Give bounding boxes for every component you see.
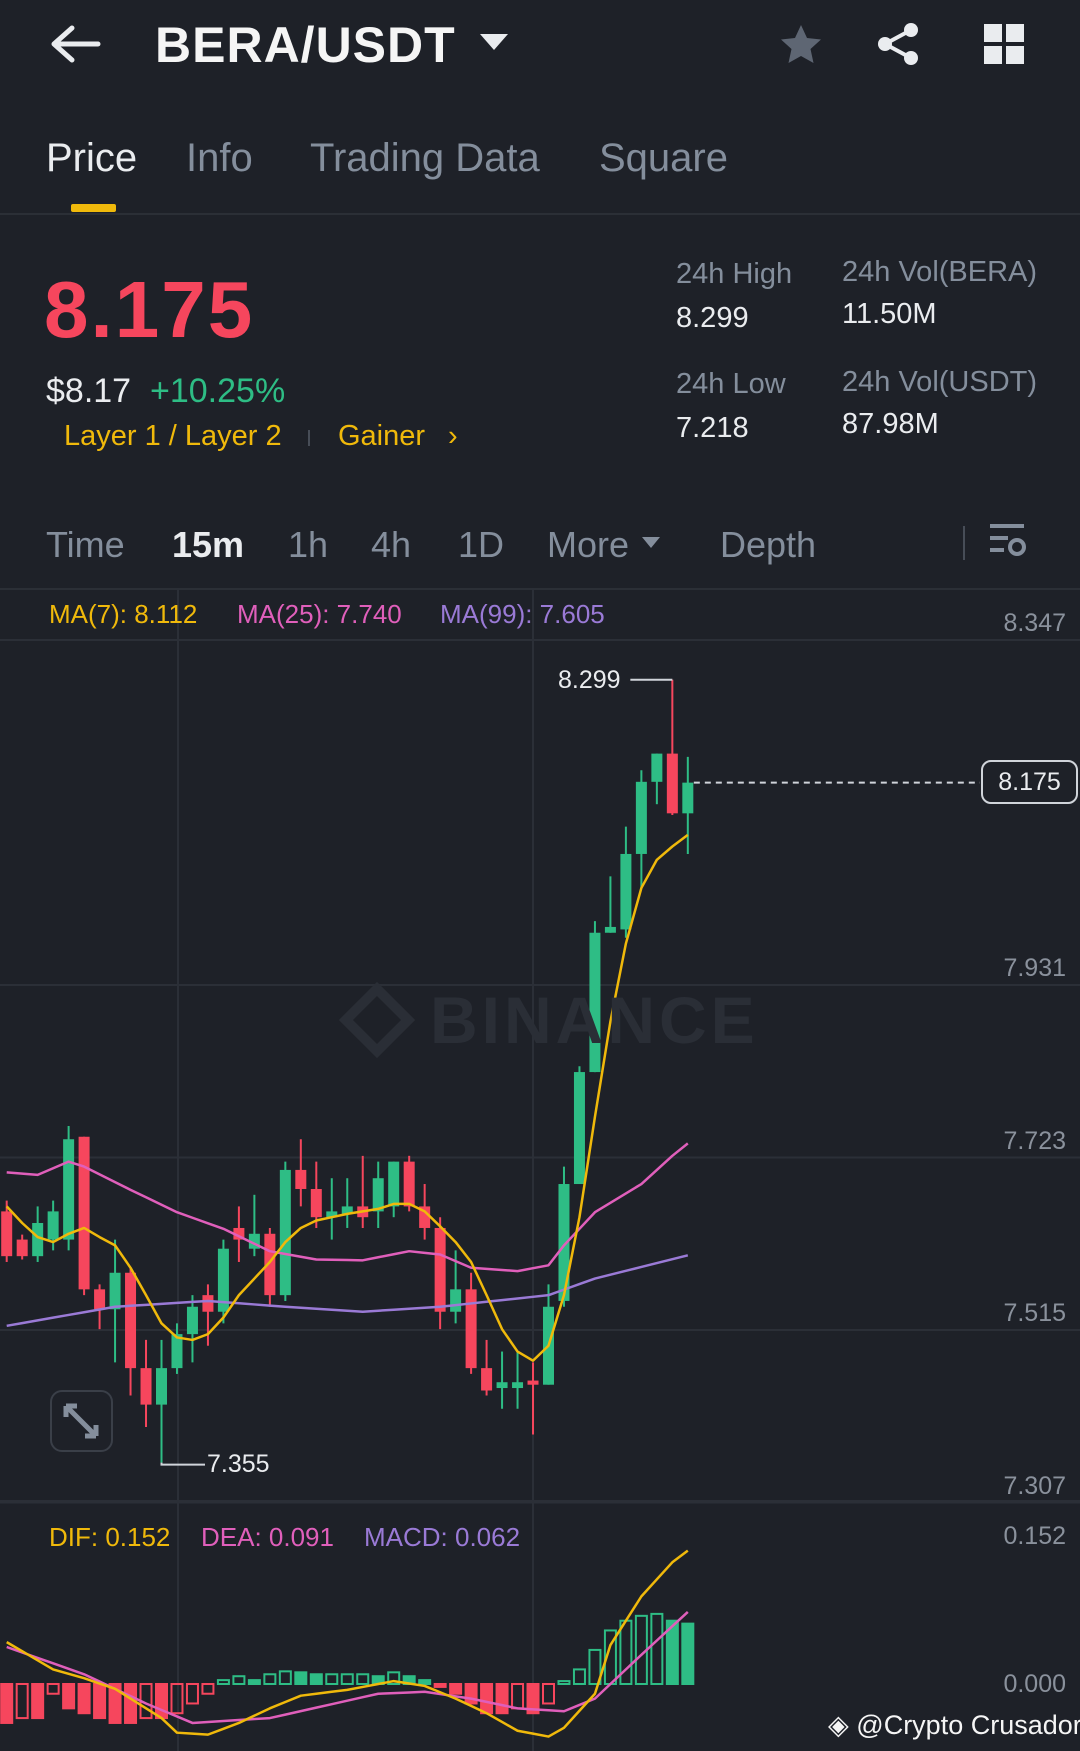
candle-down bbox=[434, 1227, 446, 1312]
macd-histogram-bar bbox=[449, 1683, 463, 1695]
credit-text: ◈ @Crypto Crusador bbox=[828, 1710, 1080, 1740]
candle-down bbox=[16, 1239, 28, 1257]
candle-up bbox=[635, 781, 647, 854]
macd-histogram-bar bbox=[511, 1683, 525, 1710]
candle-up bbox=[279, 1169, 291, 1296]
macd-histogram-bar bbox=[325, 1673, 339, 1685]
candle-up bbox=[186, 1306, 198, 1335]
macd-histogram-bar bbox=[93, 1683, 107, 1720]
ma25-legend: MA(25): 7.740 bbox=[237, 599, 402, 629]
macd-histogram-bar bbox=[62, 1683, 76, 1710]
macd-histogram-bar bbox=[650, 1612, 664, 1685]
macd-histogram-bar bbox=[15, 1683, 29, 1720]
candle-down bbox=[310, 1188, 322, 1218]
macd-histogram-bar bbox=[294, 1671, 308, 1685]
macd-histogram-bar bbox=[31, 1683, 45, 1720]
candle-down bbox=[140, 1368, 152, 1405]
macd-histogram-bar bbox=[356, 1673, 370, 1685]
price-tick: 8.347 bbox=[1003, 609, 1066, 637]
candle-up bbox=[63, 1139, 75, 1240]
candle-down bbox=[94, 1289, 106, 1310]
macd-legend: MACD: 0.062 bbox=[364, 1522, 521, 1552]
candle-up bbox=[620, 853, 632, 930]
candle-up bbox=[682, 782, 694, 814]
macd-histogram-bar bbox=[185, 1683, 199, 1705]
macd-histogram-bar bbox=[46, 1683, 60, 1695]
dea-legend: DEA: 0.091 bbox=[201, 1522, 334, 1552]
macd-histogram-bar bbox=[124, 1683, 138, 1724]
macd-histogram-bar bbox=[433, 1683, 447, 1688]
dif-legend: DIF: 0.152 bbox=[49, 1522, 171, 1552]
high-marker-label: 8.299 bbox=[558, 666, 621, 694]
macd-tick: 0.000 bbox=[1003, 1670, 1066, 1698]
macd-histogram-bar bbox=[418, 1679, 432, 1686]
candle-up bbox=[496, 1382, 508, 1389]
candle-up bbox=[512, 1382, 524, 1389]
macd-histogram-bar bbox=[480, 1683, 494, 1715]
candle-down bbox=[527, 1380, 539, 1385]
binance-small-logo-icon: ◈ bbox=[828, 1710, 849, 1740]
candle-down bbox=[481, 1368, 493, 1391]
candlestick-chart[interactable] bbox=[0, 0, 1080, 1751]
candle-down bbox=[125, 1272, 137, 1369]
macd-histogram-bar bbox=[77, 1683, 91, 1715]
candle-down bbox=[78, 1136, 90, 1290]
macd-histogram-bar bbox=[278, 1670, 292, 1686]
ma7-legend: MA(7): 8.112 bbox=[49, 599, 198, 629]
macd-histogram-bar bbox=[201, 1683, 215, 1695]
candle-down bbox=[403, 1161, 415, 1207]
macd-histogram-bar bbox=[557, 1680, 571, 1685]
ma99-legend: MA(99): 7.605 bbox=[440, 599, 605, 629]
watermark-text: BINANCE bbox=[430, 983, 759, 1057]
macd-histogram-bar bbox=[681, 1622, 695, 1686]
low-marker-line bbox=[160, 1462, 205, 1466]
candle-up bbox=[604, 926, 616, 933]
candle-up bbox=[388, 1161, 400, 1207]
candle-down bbox=[295, 1169, 307, 1189]
macd-histogram-bar bbox=[232, 1675, 246, 1686]
binance-logo-icon bbox=[338, 981, 416, 1059]
macd-histogram-bar bbox=[340, 1673, 354, 1685]
macd-histogram-bar bbox=[572, 1668, 586, 1686]
candle-down bbox=[666, 753, 678, 814]
binance-watermark: BINANCE bbox=[338, 981, 759, 1059]
macd-histogram-bar bbox=[216, 1679, 230, 1686]
candle-up bbox=[450, 1289, 462, 1312]
low-marker-label: 7.355 bbox=[207, 1450, 270, 1478]
candle-up bbox=[47, 1211, 59, 1240]
expand-icon bbox=[63, 1403, 99, 1439]
macd-histogram-bar bbox=[170, 1683, 184, 1715]
last-price-label[interactable]: 8.175 bbox=[981, 760, 1078, 804]
candle-up bbox=[651, 753, 663, 782]
candle-up bbox=[156, 1368, 167, 1405]
macd-histogram-bar bbox=[263, 1673, 277, 1685]
candle-down bbox=[465, 1289, 477, 1369]
price-tick: 7.931 bbox=[1003, 954, 1066, 982]
candle-down bbox=[1, 1211, 13, 1257]
macd-histogram-bar bbox=[495, 1683, 509, 1715]
macd-histogram-bar bbox=[247, 1679, 261, 1686]
price-tick: 7.307 bbox=[1003, 1472, 1066, 1500]
price-tick: 7.515 bbox=[1003, 1299, 1066, 1327]
macd-tick: 0.152 bbox=[1003, 1522, 1066, 1550]
candle-up bbox=[573, 1072, 585, 1185]
macd-histogram-bar bbox=[155, 1683, 168, 1720]
candle-up bbox=[109, 1272, 121, 1310]
macd-histogram-bar bbox=[309, 1673, 323, 1685]
fullscreen-button[interactable] bbox=[50, 1390, 113, 1452]
macd-histogram-bar bbox=[542, 1683, 555, 1705]
price-tick: 7.723 bbox=[1003, 1127, 1066, 1155]
candle-down bbox=[202, 1295, 214, 1312]
ma99-line bbox=[6, 1254, 689, 1328]
macd-histogram-bar bbox=[0, 1683, 14, 1724]
